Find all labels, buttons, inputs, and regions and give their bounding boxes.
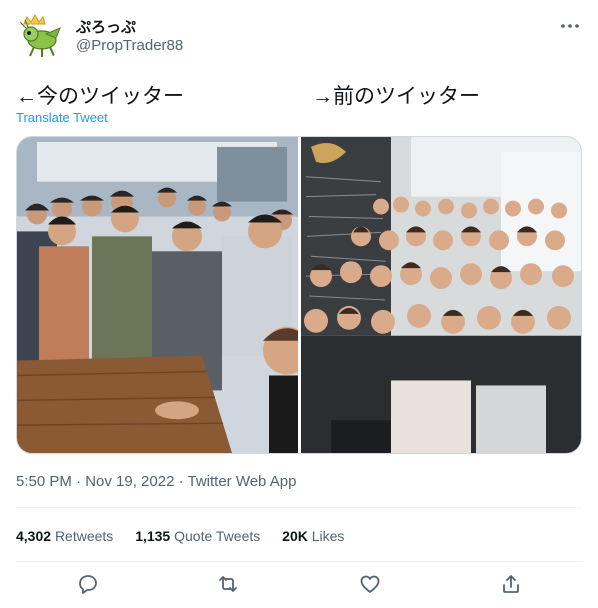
quote-tweets-stat[interactable]: 1,135 Quote Tweets [135,528,260,544]
retweet-button[interactable] [216,572,240,596]
photo-previous-twitter-team[interactable] [301,137,582,453]
user-handle[interactable]: @PropTrader88 [76,37,183,54]
retweet-icon [219,576,237,592]
share-button[interactable] [499,572,523,596]
share-icon [503,575,519,593]
likes-stat[interactable]: 20K Likes [282,528,344,544]
divider [16,561,582,562]
reply-button[interactable] [76,572,100,596]
tweet-stats: 4,302 Retweets 1,135 Quote Tweets 20K Li… [16,528,362,544]
likes-count: 20K [282,528,308,544]
quote-tweets-label: Quote Tweets [174,528,261,544]
tweet-actions [16,566,582,602]
like-button[interactable] [358,572,382,596]
quote-tweets-count: 1,135 [135,528,171,544]
reply-icon [79,575,97,594]
like-icon [360,575,380,593]
retweets-count: 4,302 [16,528,52,544]
translate-tweet-link[interactable]: Translate Tweet [16,110,108,125]
more-icon [561,24,579,28]
retweets-label: Retweets [54,528,114,544]
tweet-header: ぷろっぷ @PropTrader88 [16,12,582,60]
likes-label: Likes [311,528,345,544]
avatar[interactable] [16,12,64,60]
display-name[interactable]: ぷろっぷ [76,16,136,37]
retweets-stat[interactable]: 4,302 Retweets [16,528,113,544]
tweet-timestamp[interactable]: 5:50 PM · Nov 19, 2022 · Twitter Web App [16,473,296,490]
tweet-text-right: →前のツイッター [312,85,480,108]
tweet-text-left: ←今のツイッター [16,85,184,108]
photo-current-twitter-team[interactable] [17,137,298,453]
grasshopper-crown-avatar-icon [16,12,64,60]
tweet-text: ←今のツイッター →前のツイッター [16,80,582,108]
tweet-media[interactable] [16,136,582,454]
divider [16,507,582,508]
more-options-button[interactable] [558,14,582,38]
